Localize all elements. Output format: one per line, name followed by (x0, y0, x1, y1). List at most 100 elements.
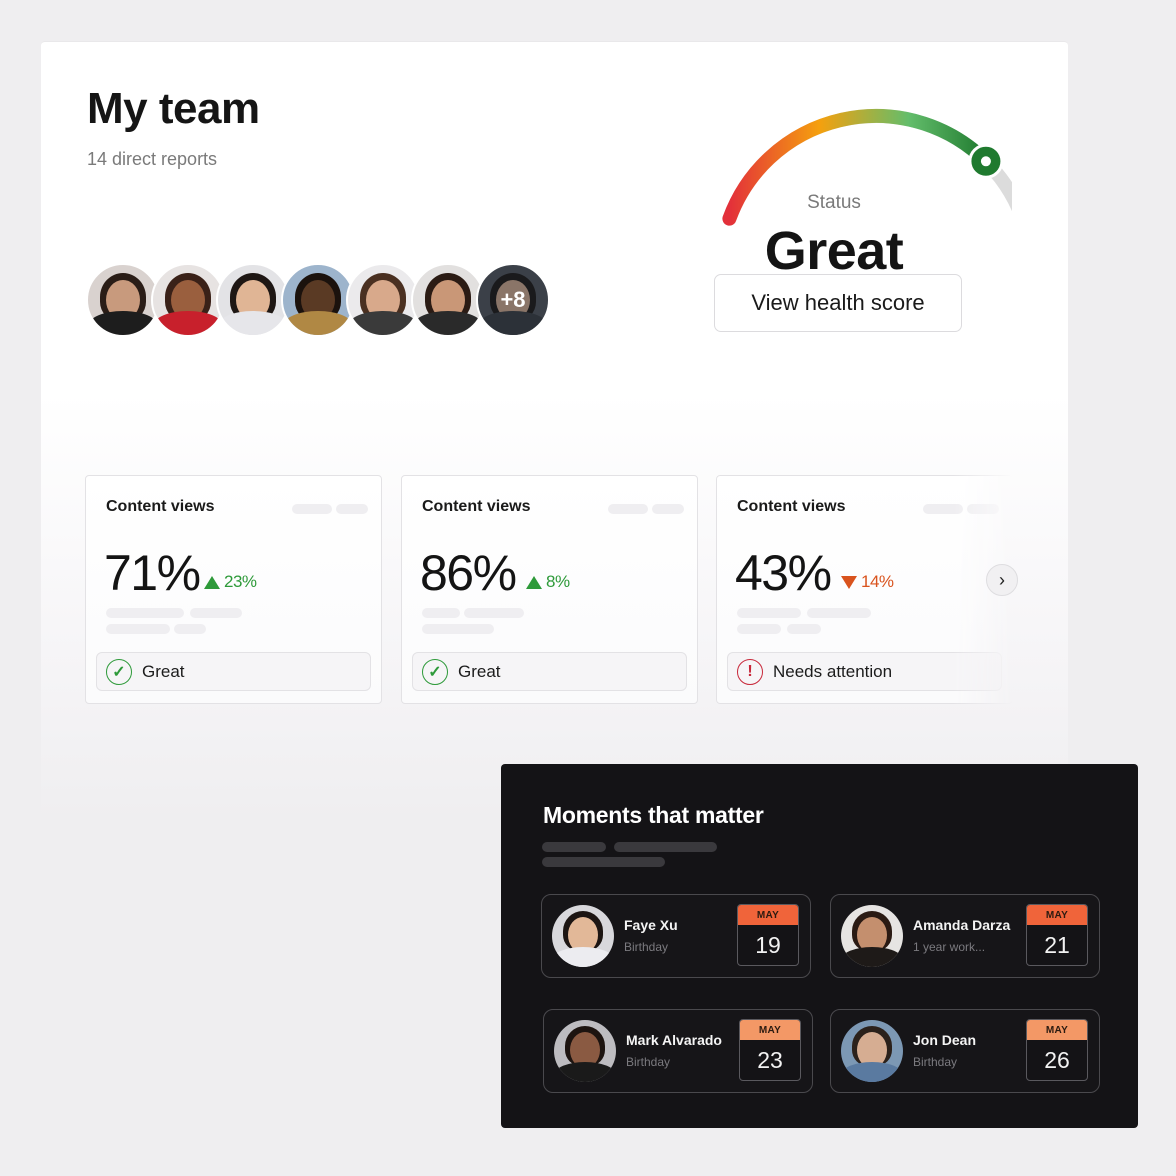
metric-delta-value: 23% (224, 572, 257, 591)
avatar-shoulders (554, 1062, 616, 1082)
trend-up-icon (204, 575, 220, 589)
status-value: Great (764, 221, 904, 281)
calendar-day: 19 (755, 931, 781, 958)
avatar-shoulders (552, 947, 614, 967)
skeleton-line (787, 624, 821, 634)
metric-card[interactable]: Content views 86% 8% ✓ Great (401, 475, 698, 704)
alert-circle-icon: ! (737, 658, 763, 685)
avatar-shoulders (841, 947, 903, 967)
metric-cards: Content views 71% 23% ✓ Great Content vi… (85, 475, 1013, 705)
skeleton-line (190, 608, 242, 618)
calendar-date-icon: MAY 19 (737, 904, 799, 966)
avatar-shoulders (88, 311, 158, 335)
skeleton-line (967, 504, 999, 514)
check-circle-icon: ✓ (422, 658, 448, 685)
calendar-month: MAY (1027, 905, 1087, 925)
metric-delta: 14% (841, 572, 894, 592)
avatar[interactable] (216, 263, 290, 337)
avatar[interactable] (281, 263, 355, 337)
metric-card-title: Content views (106, 498, 215, 515)
next-card-button[interactable]: › (986, 564, 1018, 596)
skeleton-line (923, 504, 963, 514)
team-title: My team (87, 84, 260, 133)
view-health-score-button[interactable]: View health score (714, 274, 962, 332)
metric-value: 86% (420, 545, 517, 601)
skeleton-line (106, 624, 170, 634)
moment-event: 1 year work... (913, 940, 986, 954)
moment-card[interactable]: Jon Dean Birthday MAY 26 (830, 1009, 1100, 1093)
avatar-shoulders (348, 311, 418, 335)
avatar[interactable]: +8 (476, 263, 550, 337)
moment-event: Birthday (913, 1055, 958, 1069)
person-name: Jon Dean (913, 1032, 977, 1048)
skeleton-line (464, 608, 524, 618)
calendar-day: 23 (757, 1046, 783, 1073)
skeleton-line (542, 842, 606, 852)
moments-title: Moments that matter (543, 802, 764, 828)
avatar (841, 905, 903, 967)
metric-card[interactable]: Content views 43% 14% ! Needs attention (716, 475, 1013, 704)
skeleton-line (422, 624, 494, 634)
skeleton-line (106, 608, 184, 618)
metric-card-title: Content views (422, 498, 531, 515)
skeleton-line (737, 624, 781, 634)
person-name: Faye Xu (624, 917, 678, 933)
moment-card[interactable]: Amanda Darza 1 year work... MAY 21 (830, 894, 1100, 978)
moment-event: Birthday (626, 1055, 671, 1069)
calendar-month: MAY (738, 905, 798, 925)
skeleton-line (614, 842, 717, 852)
metric-value: 71% (104, 545, 201, 601)
health-gauge: Status Great (672, 82, 1012, 282)
calendar-month: MAY (1027, 1020, 1087, 1040)
skeleton-line (807, 608, 871, 618)
avatar-shoulders (841, 1062, 903, 1082)
avatar[interactable] (86, 263, 160, 337)
metric-delta-value: 8% (546, 572, 570, 591)
more-members-count: +8 (500, 287, 526, 312)
metric-status: ✓ Great (412, 652, 687, 691)
moment-card[interactable]: Mark Alvarado Birthday MAY 23 (543, 1009, 813, 1093)
metric-delta: 8% (526, 572, 570, 592)
calendar-date-icon: MAY 26 (1026, 1019, 1088, 1081)
avatar (552, 905, 614, 967)
avatar (554, 1020, 616, 1082)
my-team-panel: My team 14 direct reports +8 Status Grea… (41, 41, 1068, 821)
avatar-shoulders (478, 311, 548, 335)
gauge-marker-dot (980, 156, 991, 167)
metric-status-label: Great (458, 661, 501, 681)
avatar[interactable] (411, 263, 485, 337)
trend-up-icon (526, 575, 542, 589)
avatar[interactable] (151, 263, 225, 337)
skeleton-line (652, 504, 684, 514)
moment-event: Birthday (624, 940, 669, 954)
calendar-date-icon: MAY 23 (739, 1019, 801, 1081)
skeleton-line (292, 504, 332, 514)
trend-down-icon (841, 575, 857, 589)
metric-status-label: Great (142, 661, 185, 681)
metric-status: ✓ Great (96, 652, 371, 691)
calendar-day: 26 (1044, 1046, 1070, 1073)
metric-value: 43% (735, 545, 832, 601)
person-name: Amanda Darza (913, 917, 1011, 933)
calendar-date-icon: MAY 21 (1026, 904, 1088, 966)
person-name: Mark Alvarado (626, 1032, 722, 1048)
skeleton-line (542, 857, 665, 867)
check-circle-icon: ✓ (106, 658, 132, 685)
calendar-day: 21 (1044, 931, 1070, 958)
avatar-shoulders (413, 311, 483, 335)
metric-status-label: Needs attention (773, 661, 893, 681)
chevron-right-icon: › (999, 569, 1005, 590)
avatar-shoulders (283, 311, 353, 335)
skeleton-line (737, 608, 801, 618)
avatar-shoulders (218, 311, 288, 335)
calendar-month: MAY (740, 1020, 800, 1040)
moments-panel: Moments that matter Faye Xu Birthday MAY 19… (501, 764, 1138, 1128)
team-avatar-stack[interactable]: +8 (86, 263, 550, 337)
avatar-shoulders (153, 311, 223, 335)
metric-card[interactable]: Content views 71% 23% ✓ Great (85, 475, 382, 704)
skeleton-line (422, 608, 460, 618)
avatar[interactable] (346, 263, 420, 337)
skeleton-line (336, 504, 368, 514)
direct-reports-count: 14 direct reports (87, 149, 218, 169)
moment-card[interactable]: Faye Xu Birthday MAY 19 (541, 894, 811, 978)
